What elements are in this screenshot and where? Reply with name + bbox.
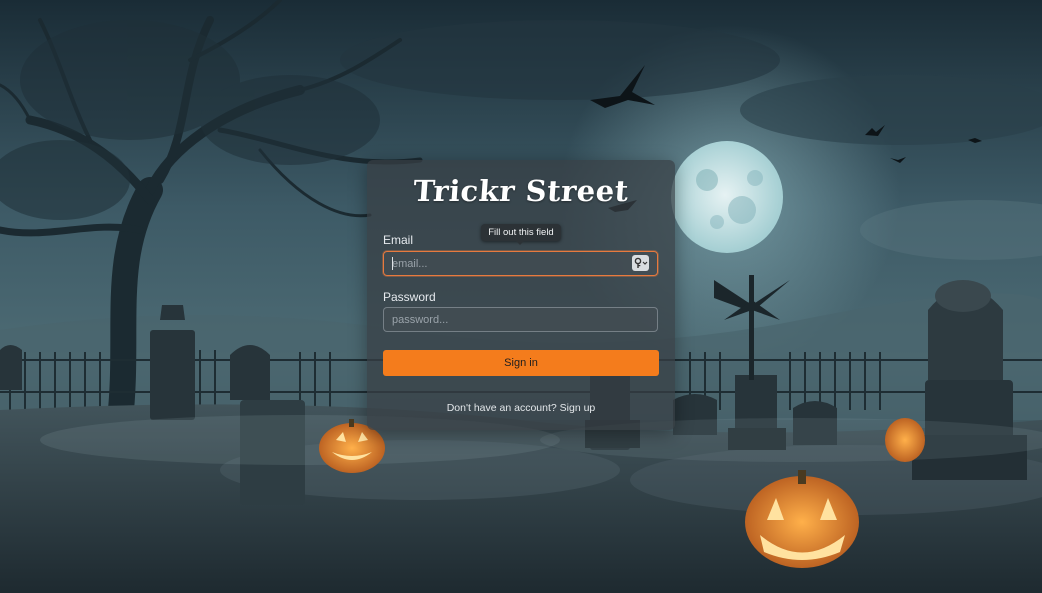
sign-in-button[interactable]: Sign in (383, 350, 659, 376)
jack-o-lantern-icon (885, 418, 925, 462)
validation-tooltip-text: Fill out this field (488, 227, 554, 238)
key-icon[interactable] (632, 255, 649, 271)
login-card: Trickr Street Email Fill out this field … (367, 160, 675, 430)
password-label: Password (383, 290, 436, 304)
text-cursor (392, 257, 393, 270)
tooltip-arrow (515, 240, 525, 245)
signup-prompt-text: Don't have an account? (446, 402, 557, 414)
email-input[interactable] (383, 251, 658, 276)
validation-tooltip: Fill out this field (481, 224, 561, 245)
signup-prompt: Don't have an account? Sign up (367, 402, 675, 414)
moon (671, 141, 783, 253)
email-label: Email (383, 233, 414, 247)
password-input[interactable] (383, 307, 658, 332)
app-logo: Trickr Street (412, 174, 630, 208)
sign-up-link[interactable]: Sign up (560, 402, 596, 414)
